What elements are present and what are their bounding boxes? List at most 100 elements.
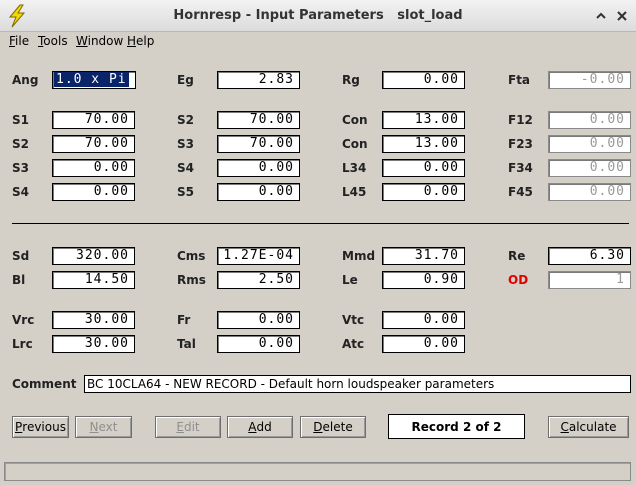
- bl-field[interactable]: 14.50: [52, 271, 135, 289]
- calculate-mnemonic: C: [560, 420, 569, 434]
- le-label: Le: [342, 273, 358, 287]
- lrc-label: Lrc: [12, 337, 33, 351]
- vtc-label: Vtc: [342, 313, 365, 327]
- fr-label: Fr: [177, 313, 191, 327]
- maximize-button[interactable]: [593, 8, 609, 24]
- fta-field: -0.00: [548, 71, 631, 89]
- status-bar: [4, 462, 631, 481]
- mmd-field[interactable]: 31.70: [382, 247, 465, 265]
- hornresp-window: Hornresp - Input Parameters slot_load Fi…: [0, 0, 636, 485]
- re-field[interactable]: 6.30: [548, 247, 631, 265]
- calculate-label: alculate: [568, 420, 617, 434]
- ang-label: Ang: [12, 73, 39, 87]
- menu-file-label: ile: [15, 34, 30, 48]
- close-icon: [616, 7, 628, 26]
- eg-field[interactable]: 2.83: [217, 71, 300, 89]
- fta-label: Fta: [508, 73, 531, 87]
- menu-help[interactable]: Help: [127, 34, 154, 48]
- s5-label: S5: [177, 185, 194, 199]
- s4-field[interactable]: 0.00: [52, 183, 135, 201]
- vrc-field[interactable]: 30.00: [52, 311, 135, 329]
- s4-field[interactable]: 0.00: [217, 159, 300, 177]
- f34-label: F34: [508, 161, 533, 175]
- menu-tools[interactable]: Tools: [38, 34, 68, 48]
- edit-label: dit: [183, 420, 200, 434]
- delete-label: elete: [322, 420, 353, 434]
- re-label: Re: [508, 249, 526, 263]
- s4-label: S4: [177, 161, 194, 175]
- cms-field[interactable]: 1.27E-04: [217, 247, 300, 265]
- s1-field[interactable]: 70.00: [52, 111, 135, 129]
- rg-field[interactable]: 0.00: [382, 71, 465, 89]
- add-mnemonic: A: [248, 420, 257, 434]
- add-button[interactable]: Add: [227, 416, 293, 438]
- atc-field[interactable]: 0.00: [382, 335, 465, 353]
- mmd-label: Mmd: [342, 249, 376, 263]
- comment-label: Comment: [12, 377, 77, 391]
- sd-field[interactable]: 320.00: [52, 247, 135, 265]
- f34-field: 0.00: [548, 159, 631, 177]
- l45-field[interactable]: 0.00: [382, 183, 465, 201]
- s4-label: S4: [12, 185, 29, 199]
- f23-field: 0.00: [548, 135, 631, 153]
- cms-label: Cms: [177, 249, 206, 263]
- tal-field[interactable]: 0.00: [217, 335, 300, 353]
- vtc-field[interactable]: 0.00: [382, 311, 465, 329]
- comment-field[interactable]: BC 10CLA64 - NEW RECORD - Default horn l…: [84, 375, 631, 393]
- close-button[interactable]: [614, 8, 630, 24]
- menu-tools-label: ools: [43, 34, 68, 48]
- chevron-up-icon: [595, 7, 607, 26]
- s2-field[interactable]: 70.00: [52, 135, 135, 153]
- s3-label: S3: [12, 161, 29, 175]
- rms-field[interactable]: 2.50: [217, 271, 300, 289]
- previous-button[interactable]: Previous: [12, 416, 69, 438]
- s5-field[interactable]: 0.00: [217, 183, 300, 201]
- rg-label: Rg: [342, 73, 360, 87]
- next-button[interactable]: Next: [75, 416, 132, 438]
- s3-field[interactable]: 70.00: [217, 135, 300, 153]
- f45-field: 0.00: [548, 183, 631, 201]
- edit-mnemonic: E: [176, 420, 184, 434]
- fr-field[interactable]: 0.00: [217, 311, 300, 329]
- le-field[interactable]: 0.90: [382, 271, 465, 289]
- menu-help-mnemonic: H: [127, 34, 137, 48]
- next-mnemonic: N: [89, 420, 99, 434]
- l45-label: L45: [342, 185, 367, 199]
- rms-label: Rms: [177, 273, 206, 287]
- next-label: ext: [98, 420, 118, 434]
- bl-label: Bl: [12, 273, 26, 287]
- menu-window[interactable]: Window: [76, 34, 123, 48]
- eg-label: Eg: [177, 73, 194, 87]
- s2-label: S2: [177, 113, 194, 127]
- s2-field[interactable]: 70.00: [217, 111, 300, 129]
- l34-field[interactable]: 0.00: [382, 159, 465, 177]
- con-field[interactable]: 13.00: [382, 111, 465, 129]
- menu-bar: File Tools Window Help: [0, 31, 636, 51]
- lrc-field[interactable]: 30.00: [52, 335, 135, 353]
- delete-button[interactable]: Delete: [300, 416, 366, 438]
- delete-mnemonic: D: [313, 420, 323, 434]
- l34-label: L34: [342, 161, 367, 175]
- section-divider: [12, 223, 629, 224]
- add-label: dd: [256, 420, 272, 434]
- f12-field: 0.00: [548, 111, 631, 129]
- previous-mnemonic: P: [15, 420, 23, 434]
- calculate-button[interactable]: Calculate: [548, 416, 629, 438]
- ang-field[interactable]: 1.0 x Pi: [52, 71, 136, 89]
- s3-label: S3: [177, 137, 194, 151]
- con-label: Con: [342, 137, 368, 151]
- sd-label: Sd: [12, 249, 30, 263]
- atc-label: Atc: [342, 337, 365, 351]
- f23-label: F23: [508, 137, 533, 151]
- od-field: 1: [548, 271, 631, 289]
- s2-label: S2: [12, 137, 29, 151]
- con-label: Con: [342, 113, 368, 127]
- edit-button[interactable]: Edit: [155, 416, 221, 438]
- f45-label: F45: [508, 185, 533, 199]
- tal-label: Tal: [177, 337, 196, 351]
- menu-help-label: elp: [136, 34, 155, 48]
- con-field[interactable]: 13.00: [382, 135, 465, 153]
- menu-file[interactable]: File: [9, 34, 29, 48]
- s3-field[interactable]: 0.00: [52, 159, 135, 177]
- menu-window-label: indow: [87, 34, 124, 48]
